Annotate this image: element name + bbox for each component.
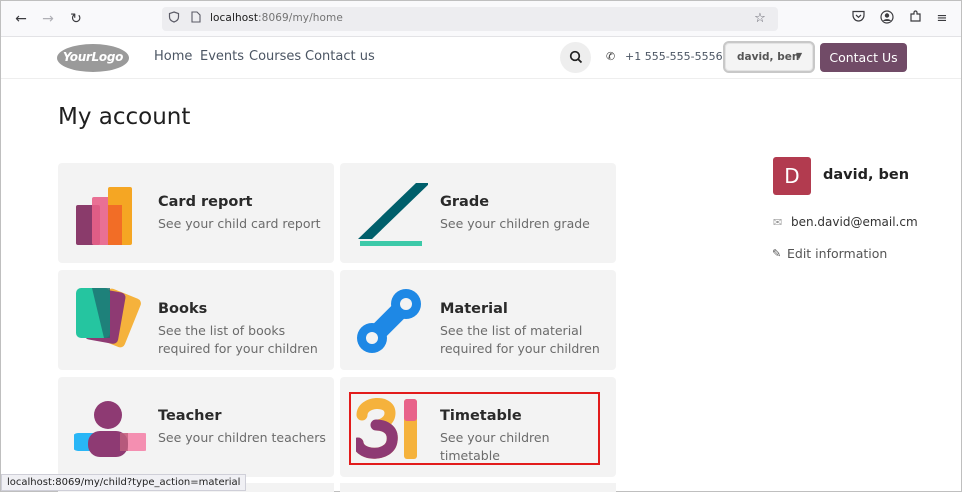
card-report-icon (76, 187, 132, 245)
page-icon[interactable] (188, 11, 204, 27)
grade-icon (358, 183, 428, 246)
bookmark-star-icon[interactable]: ☆ (752, 11, 768, 27)
address-bar[interactable]: localhost:8069/my/home ☆ (162, 7, 778, 31)
avatar: D (773, 157, 811, 195)
url-text: localhost:8069/my/home (210, 12, 343, 24)
url-host: localhost (210, 12, 259, 24)
pencil-icon: ✎ (772, 247, 782, 260)
card-card-report[interactable]: Card report See your child card report (58, 163, 334, 263)
forward-icon[interactable]: → (38, 9, 58, 29)
card-title: Teacher (158, 408, 222, 424)
reload-icon[interactable]: ↻ (66, 9, 86, 29)
site-header: YourLogo Home Events Courses Contact us … (1, 37, 961, 79)
search-icon (569, 50, 582, 64)
logo-text: YourLogo (62, 50, 124, 64)
card-title: Grade (440, 194, 490, 210)
back-icon[interactable]: ← (11, 9, 31, 29)
nav-contact-us[interactable]: Contact us (305, 49, 375, 64)
card-description: See the list of material required for yo… (440, 323, 600, 356)
profile-name: david, ben (823, 167, 910, 183)
caret-down-icon: ▼ (796, 51, 803, 60)
books-icon (76, 288, 141, 348)
phone-number[interactable]: +1 555-555-5556 (625, 50, 723, 63)
card-description: See the list of books required for your … (158, 323, 318, 356)
nav-courses[interactable]: Courses (249, 49, 301, 64)
search-button[interactable] (560, 42, 591, 73)
user-dropdown-label: david, ben (737, 51, 800, 63)
contact-us-button[interactable]: Contact Us (820, 43, 907, 72)
material-icon (357, 289, 421, 353)
card-title: Books (158, 301, 208, 317)
card-title: Card report (158, 194, 253, 210)
nav-home[interactable]: Home (154, 49, 192, 64)
account-icon[interactable] (878, 10, 896, 28)
profile-email: ben.david@email.cm (791, 215, 918, 229)
pocket-icon[interactable] (849, 10, 867, 28)
card-description: See your children grade (440, 216, 590, 231)
page-title: My account (58, 104, 191, 130)
highlight-box (349, 392, 600, 465)
extensions-icon[interactable] (906, 10, 924, 28)
card-books[interactable]: Books See the list of books required for… (58, 270, 334, 370)
user-dropdown[interactable]: david, ben ▼ (723, 41, 815, 73)
shield-icon[interactable] (166, 11, 182, 27)
card-teacher[interactable]: Teacher See your children teachers (58, 377, 334, 477)
envelope-icon: ✉ (773, 216, 783, 229)
card-description: See your child card report (158, 216, 321, 231)
card-partial[interactable] (340, 483, 616, 492)
menu-icon[interactable]: ≡ (933, 10, 951, 28)
card-grade[interactable]: Grade See your children grade (340, 163, 616, 263)
edit-information-link[interactable]: Edit information (787, 246, 887, 261)
teacher-icon (74, 401, 146, 457)
card-description: See your children teachers (158, 430, 326, 445)
status-bar-url: localhost:8069/my/child?type_action=mate… (1, 474, 247, 491)
url-path: :8069/my/home (258, 12, 343, 24)
card-title: Material (440, 301, 508, 317)
card-material[interactable]: Material See the list of material requir… (340, 270, 616, 370)
phone-icon: ✆ (606, 50, 616, 63)
nav-events[interactable]: Events (200, 49, 244, 64)
site-logo[interactable]: YourLogo (57, 44, 129, 72)
browser-toolbar: ← → ↻ localhost:8069/my/home ☆ ≡ (1, 1, 961, 37)
